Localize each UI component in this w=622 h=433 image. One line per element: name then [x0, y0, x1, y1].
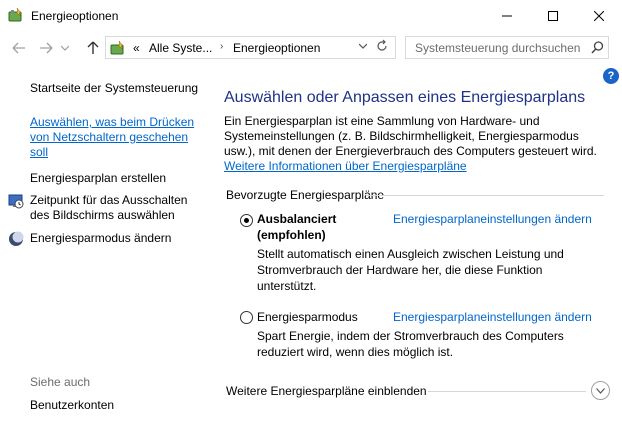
plan-description-balanced-3: unterstützt. — [257, 279, 317, 293]
see-also-heading: Siehe auch — [30, 375, 91, 389]
search-input[interactable]: Systemsteuerung durchsuchen — [415, 41, 580, 55]
minimize-button[interactable] — [484, 0, 530, 31]
arrow-right-icon — [40, 42, 53, 54]
breadcrumb-all-items[interactable]: Alle Syste... — [149, 41, 212, 55]
section-title: Bevorzugte Energiesparpläne — [226, 188, 385, 202]
sidebar-item-display-off[interactable]: Zeitpunkt für das Ausschalten des Bildsc… — [30, 193, 202, 223]
search-icon[interactable] — [591, 41, 604, 54]
forward-button[interactable] — [37, 39, 55, 57]
sidebar-item-power-buttons[interactable]: Auswählen, was beim Drücken von Netzscha… — [30, 115, 202, 160]
up-button[interactable] — [84, 39, 102, 57]
plan-description-power-saver-1: Spart Energie, indem der Stromverbrauch … — [257, 329, 564, 343]
help-icon[interactable]: ? — [603, 68, 619, 84]
control-panel-icon — [110, 40, 124, 55]
breadcrumb-power-options[interactable]: Energieoptionen — [233, 41, 320, 55]
sidebar-item-user-accounts[interactable]: Benutzerkonten — [30, 398, 114, 413]
address-dropdown-button[interactable] — [358, 41, 368, 51]
navigation-bar: « Alle Syste... › Energieoptionen System… — [0, 31, 622, 65]
more-info-link[interactable]: Weitere Informationen über Energiesparpl… — [224, 159, 467, 173]
plan-name-power-saver[interactable]: Energiesparmodus — [257, 310, 358, 325]
chevron-down-icon — [596, 387, 605, 394]
breadcrumb-separator[interactable]: › — [220, 41, 223, 52]
power-options-icon — [8, 7, 22, 22]
maximize-icon — [548, 10, 558, 21]
monitor-clock-icon — [8, 194, 24, 209]
sidebar-item-create-plan[interactable]: Energiesparplan erstellen — [30, 171, 166, 186]
chevron-down-icon — [358, 43, 368, 49]
address-bar[interactable]: « Alle Syste... › Energieoptionen — [105, 36, 396, 59]
minimize-icon — [502, 15, 512, 16]
intro-text: Ein Energiesparplan ist eine Sammlung vo… — [224, 114, 609, 174]
plan-description-balanced-1: Stellt automatisch einen Ausgleich zwisc… — [257, 247, 564, 261]
refresh-icon — [377, 39, 387, 51]
window-title: Energieoptionen — [31, 9, 119, 23]
plan-settings-link-power-saver[interactable]: Energiesparplaneinstellungen ändern — [393, 310, 592, 324]
plan-description-power-saver-2: reduziert wird, wenn dies möglich ist. — [257, 345, 454, 359]
search-box[interactable]: Systemsteuerung durchsuchen — [405, 36, 609, 59]
plan-description-balanced-2: Stromverbrauch der Hardware her, die die… — [257, 263, 543, 277]
page-title: Auswählen oder Anpassen eines Energiespa… — [224, 89, 586, 106]
plan-name-balanced-recommended[interactable]: (empfohlen) — [257, 228, 326, 243]
intro-body: Ein Energiesparplan ist eine Sammlung vo… — [224, 114, 597, 158]
arrow-up-icon — [87, 41, 99, 54]
arrow-left-icon — [12, 42, 25, 54]
refresh-button[interactable] — [376, 39, 388, 56]
section-divider — [366, 195, 604, 196]
sidebar-item-sleep[interactable]: Energiesparmodus ändern — [30, 231, 171, 246]
plan-settings-link-balanced[interactable]: Energiesparplaneinstellungen ändern — [393, 212, 592, 226]
close-button[interactable] — [576, 0, 622, 31]
breadcrumb-overflow[interactable]: « — [133, 41, 140, 55]
sidebar: Startseite der Systemsteuerung Auswählen… — [0, 65, 210, 433]
sidebar-item-control-panel-home[interactable]: Startseite der Systemsteuerung — [30, 81, 198, 96]
plan-radio-power-saver[interactable] — [240, 311, 253, 324]
close-icon — [594, 10, 604, 21]
plan-name-balanced[interactable]: Ausbalanciert — [257, 212, 336, 227]
chevron-down-icon — [61, 45, 69, 51]
moon-icon — [9, 231, 24, 246]
maximize-button[interactable] — [530, 0, 576, 31]
back-button[interactable] — [10, 39, 28, 57]
more-plans-divider — [428, 391, 586, 392]
show-more-plans-label[interactable]: Weitere Energiesparpläne einblenden — [226, 384, 427, 398]
plan-radio-balanced[interactable] — [240, 214, 253, 227]
recent-locations-button[interactable] — [59, 39, 71, 57]
expand-more-plans-button[interactable] — [591, 381, 610, 400]
title-bar: Energieoptionen — [0, 0, 622, 31]
